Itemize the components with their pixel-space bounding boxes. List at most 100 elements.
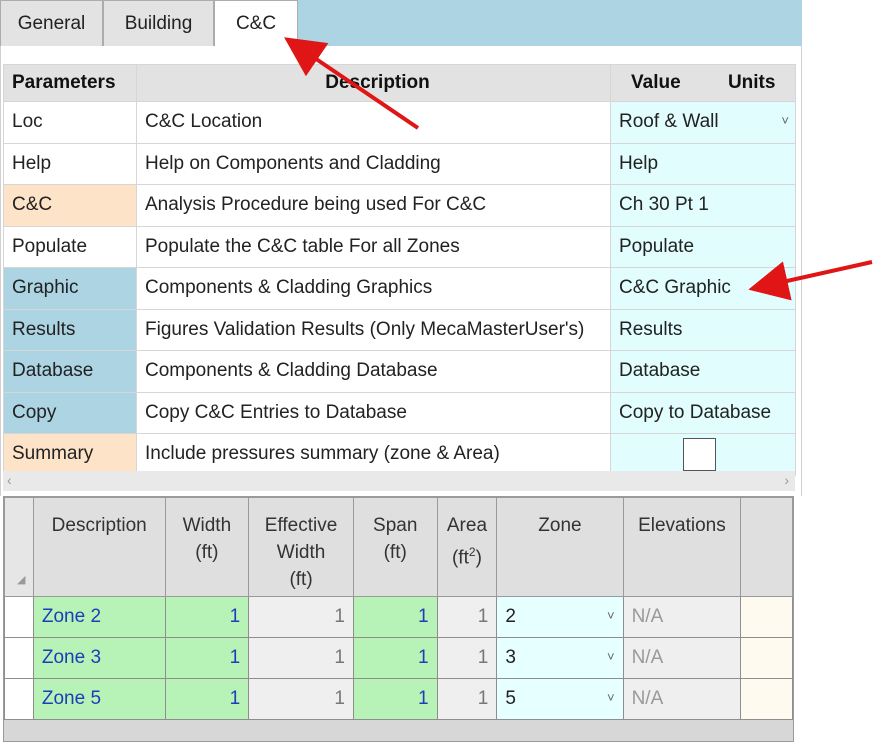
zone-elevations-cell: N/A xyxy=(622,596,742,638)
zone-width-cell[interactable]: 1 xyxy=(164,596,250,638)
param-name-cell[interactable]: Graphic xyxy=(3,267,137,310)
col-width[interactable]: Width (ft) xyxy=(164,497,250,597)
table-row[interactable]: Zone 5 1 1 1 1 5 ˅ N/A xyxy=(4,678,793,720)
zone-description-cell[interactable]: Zone 3 xyxy=(32,637,166,679)
resize-grip-icon: ◢ xyxy=(17,574,26,586)
row-header[interactable] xyxy=(4,637,34,679)
col-area-unit-close: ) xyxy=(475,547,482,569)
col-area-unit: (ft xyxy=(451,547,469,569)
param-value-label: Populate xyxy=(619,235,695,257)
zone-effective-width-cell: 1 xyxy=(248,678,354,720)
col-elevations-label: Elevations xyxy=(638,515,726,536)
col-elevations[interactable]: Elevations xyxy=(622,497,742,597)
zone-description-cell-value: Zone 5 xyxy=(41,688,102,709)
col-effective-width[interactable]: Effective Width (ft) xyxy=(248,497,354,597)
row-header[interactable] xyxy=(4,678,34,720)
zone-select[interactable]: 3 ˅ xyxy=(496,637,624,679)
param-value-label: Results xyxy=(619,318,683,340)
zone-description-cell[interactable]: Zone 5 xyxy=(32,678,166,720)
param-row[interactable]: Populate Populate the C&C table For all Z… xyxy=(3,225,796,268)
zone-description-cell[interactable]: Zone 2 xyxy=(32,596,166,638)
param-description-cell: Help on Components and Cladding xyxy=(136,142,611,185)
param-description-cell: C&C Location xyxy=(136,101,611,144)
col-area-exponent: 2 xyxy=(468,545,476,559)
chevron-down-icon[interactable]: ˅ xyxy=(607,649,615,664)
zone-area-cell-value: 1 xyxy=(477,647,489,668)
col-extra[interactable] xyxy=(740,497,793,597)
tab-general[interactable]: General xyxy=(0,0,103,46)
param-value-label: Help xyxy=(619,152,659,174)
zone-span-cell[interactable]: 1 xyxy=(352,596,438,638)
col-description[interactable]: Description xyxy=(32,497,166,597)
param-description-cell: Components & Cladding Graphics xyxy=(136,267,611,310)
zone-width-cell-value: 1 xyxy=(229,647,241,668)
table-row[interactable]: Zone 3 1 1 1 1 3 ˅ N/A xyxy=(4,637,793,679)
param-description-cell: Include pressures summary (zone & Area) xyxy=(136,433,611,476)
param-value-button[interactable]: Ch 30 Pt 1 xyxy=(610,184,796,227)
param-value-button[interactable]: Database xyxy=(610,350,796,393)
tab-bar: General Building C&C xyxy=(0,0,802,46)
zone-select-value: 2 xyxy=(505,606,516,627)
chevron-down-icon[interactable]: ˅ xyxy=(781,113,789,128)
param-row[interactable]: Copy Copy C&C Entries to Database Copy to … xyxy=(3,391,796,434)
param-row[interactable]: C&C Analysis Procedure being used For C&C… xyxy=(3,184,796,227)
table-row[interactable]: Zone 2 1 1 1 1 2 ˅ N/A xyxy=(4,596,793,638)
param-row[interactable]: Help Help on Components and Cladding Help xyxy=(3,142,796,185)
col-zone[interactable]: Zone xyxy=(496,497,624,597)
zone-width-cell[interactable]: 1 xyxy=(164,637,250,679)
zone-width-cell-value: 1 xyxy=(229,606,241,627)
param-name-cell[interactable]: Populate xyxy=(3,225,137,268)
param-name-cell[interactable]: Results xyxy=(3,308,137,351)
header-parameters[interactable]: Parameters xyxy=(3,64,137,102)
row-header[interactable] xyxy=(4,596,34,638)
zone-effective-width-cell-value: 1 xyxy=(334,688,345,709)
zone-width-cell[interactable]: 1 xyxy=(164,678,250,720)
location-dropdown[interactable]: Roof & Wall ˅ xyxy=(610,101,796,144)
header-description[interactable]: Description xyxy=(136,64,611,102)
zone-effective-width-cell: 1 xyxy=(248,637,354,679)
param-name-cell[interactable]: Copy xyxy=(3,391,137,434)
param-row[interactable]: Graphic Components & Cladding Graphics C&C… xyxy=(3,267,796,310)
zone-span-cell-value: 1 xyxy=(417,647,429,668)
zone-extra-cell xyxy=(740,637,793,679)
header-value: Value xyxy=(631,72,681,93)
param-value-button[interactable]: Copy to Database xyxy=(610,391,796,434)
tab-general-label: General xyxy=(17,12,86,34)
param-value-button[interactable]: Results xyxy=(610,308,796,351)
param-name-cell[interactable]: Database xyxy=(3,350,137,393)
chevron-down-icon[interactable]: ˅ xyxy=(607,608,615,623)
parameters-panel: Parameters Description Value Units Loc C&… xyxy=(0,46,802,496)
param-value-button[interactable]: Help xyxy=(610,142,796,185)
summary-checkbox[interactable] xyxy=(683,437,716,471)
param-row[interactable]: Summary Include pressures summary (zone &… xyxy=(3,433,796,476)
param-description-cell: Figures Validation Results (Only MecaMas… xyxy=(136,308,611,351)
tab-building[interactable]: Building xyxy=(103,0,214,46)
header-value-units[interactable]: Value Units xyxy=(610,64,796,102)
param-value-button[interactable]: Populate xyxy=(610,225,796,268)
param-name-cell[interactable]: Loc xyxy=(3,101,137,144)
param-row[interactable]: Results Figures Validation Results (Only … xyxy=(3,308,796,351)
chevron-left-icon[interactable]: ‹ xyxy=(7,472,12,488)
zone-description-cell-value: Zone 3 xyxy=(41,647,102,668)
tab-cc[interactable]: C&C xyxy=(214,0,298,46)
col-zone-label: Zone xyxy=(538,515,582,536)
col-area[interactable]: Area (ft2) xyxy=(436,497,498,597)
param-value-label: Ch 30 Pt 1 xyxy=(619,194,709,216)
param-row[interactable]: Loc C&C Location Roof & Wall ˅ xyxy=(3,101,796,144)
summary-checkbox-cell[interactable] xyxy=(610,433,796,476)
param-value-label: Copy to Database xyxy=(619,401,772,423)
col-span[interactable]: Span (ft) xyxy=(352,497,438,597)
chevron-down-icon[interactable]: ˅ xyxy=(607,690,615,705)
zone-span-cell[interactable]: 1 xyxy=(352,637,438,679)
horizontal-scrollbar[interactable]: ‹ › xyxy=(3,471,795,491)
param-name-cell[interactable]: Help xyxy=(3,142,137,185)
zone-select[interactable]: 5 ˅ xyxy=(496,678,624,720)
col-width-unit: (ft) xyxy=(195,542,219,563)
param-value-button[interactable]: C&C Graphic xyxy=(610,267,796,310)
zone-span-cell[interactable]: 1 xyxy=(352,678,438,720)
zone-select[interactable]: 2 ˅ xyxy=(496,596,624,638)
param-row[interactable]: Database Components & Cladding Database Da… xyxy=(3,350,796,393)
chevron-right-icon[interactable]: › xyxy=(784,472,789,488)
param-name-cell[interactable]: Summary xyxy=(3,433,137,476)
param-name-cell[interactable]: C&C xyxy=(3,184,137,227)
